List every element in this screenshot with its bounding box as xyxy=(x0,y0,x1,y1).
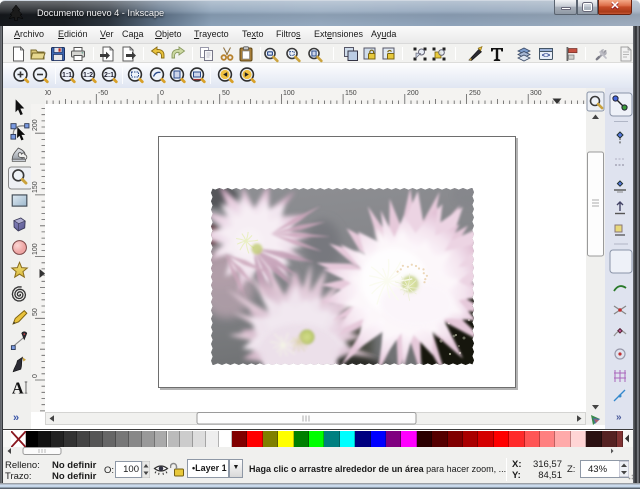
svg-text:200: 200 xyxy=(32,119,39,131)
svg-text:100: 100 xyxy=(32,243,39,255)
svg-text:300: 300 xyxy=(530,90,542,97)
svg-text:<>: <> xyxy=(542,53,550,61)
svg-text:1:2: 1:2 xyxy=(83,72,93,79)
svg-text:200: 200 xyxy=(407,90,419,97)
svg-text:-100: -100 xyxy=(45,90,51,97)
svg-text:250: 250 xyxy=(469,90,481,97)
svg-text:0: 0 xyxy=(160,90,164,97)
svg-text:100: 100 xyxy=(283,90,295,97)
svg-text:»: » xyxy=(13,412,19,424)
svg-text:50: 50 xyxy=(32,308,39,316)
svg-text:150: 150 xyxy=(32,181,39,193)
svg-text:50: 50 xyxy=(222,90,230,97)
svg-text:1:1: 1:1 xyxy=(62,72,72,79)
svg-text:0: 0 xyxy=(32,374,39,378)
svg-text:150: 150 xyxy=(345,90,357,97)
svg-text:»: » xyxy=(616,412,622,423)
svg-text:-50: -50 xyxy=(98,90,108,97)
svg-text:2:1: 2:1 xyxy=(104,72,114,79)
svg-text:A: A xyxy=(12,379,24,398)
